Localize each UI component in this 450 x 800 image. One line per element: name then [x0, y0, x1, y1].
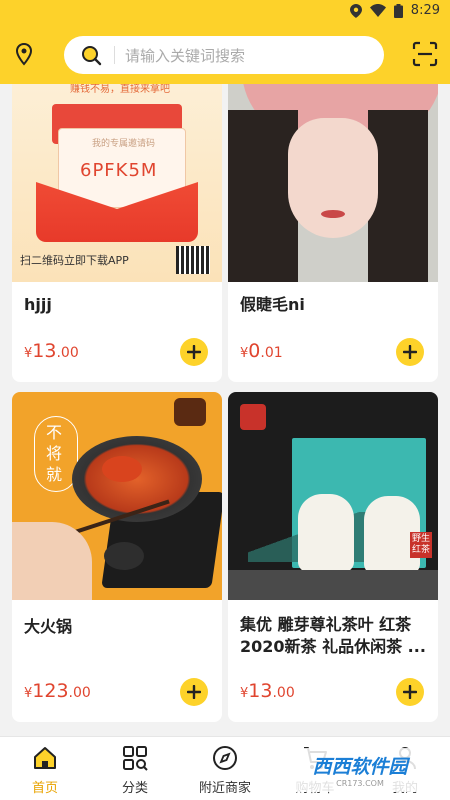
price-integer: 13 — [248, 680, 273, 702]
add-to-cart-button[interactable] — [396, 338, 424, 366]
product-image: 赚钱不易，直接来拿吧 我的专属邀请码 6PFK5M 扫二维码立即下载APP — [12, 84, 222, 282]
product-name: 大火锅 — [24, 617, 73, 636]
price-decimal: .00 — [56, 345, 79, 361]
price-decimal: .00 — [272, 685, 295, 701]
tab-category[interactable]: 分类 — [90, 745, 180, 796]
product-card[interactable]: 不将就 大火锅 ¥123.00 — [12, 392, 222, 722]
price-integer: 13 — [32, 340, 57, 362]
location-status-icon — [349, 3, 362, 18]
table-base — [228, 570, 438, 600]
search-icon — [82, 46, 102, 66]
price-integer: 0 — [248, 340, 261, 362]
location-pin-icon[interactable] — [12, 42, 36, 66]
brand-logo — [240, 404, 266, 430]
slogan-text: 不将就 — [46, 423, 63, 484]
side-dish — [104, 542, 144, 570]
product-price: ¥13.00 — [240, 680, 295, 702]
tab-home-label: 首页 — [31, 781, 58, 796]
promo-top-text: 赚钱不易，直接来拿吧 — [70, 84, 170, 95]
home-icon — [34, 747, 56, 769]
price-decimal: .01 — [260, 345, 283, 361]
scan-icon[interactable] — [412, 41, 438, 67]
qr-code — [176, 246, 210, 274]
product-price: ¥0.01 — [240, 340, 283, 362]
search-divider — [114, 46, 115, 64]
plus-icon — [403, 345, 417, 359]
plus-icon — [187, 345, 201, 359]
watermark-sub: CR173.COM — [336, 779, 384, 788]
status-time: 8:29 — [410, 3, 440, 18]
product-card[interactable]: 野生红茶 集优 雕芽尊礼茶叶 红茶2020新茶 礼品休闲茶 ... ¥13.00 — [228, 392, 438, 722]
watermark: 西西软件园 CR173.COM — [280, 748, 440, 792]
search-input[interactable]: 请输入关键词搜索 — [125, 45, 245, 66]
product-image: 不将就 — [12, 392, 222, 600]
hand — [12, 522, 92, 600]
tea-jar-left — [298, 494, 354, 572]
product-name: 假睫毛ni — [240, 295, 305, 314]
invite-code: 6PFK5M — [80, 160, 158, 181]
product-image — [228, 84, 438, 282]
product-card[interactable]: 赚钱不易，直接来拿吧 我的专属邀请码 6PFK5M 扫二维码立即下载APP hj… — [12, 84, 222, 382]
condiment-bowl — [174, 398, 206, 426]
product-name: 集优 雕芽尊礼茶叶 红茶2020新茶 礼品休闲茶 ... — [240, 615, 426, 656]
tab-home[interactable]: 首页 — [0, 745, 90, 796]
header: 请输入关键词搜索 — [0, 24, 450, 84]
wild-tea-label: 野生红茶 — [410, 532, 432, 558]
crab — [102, 456, 142, 482]
tab-nearby[interactable]: 附近商家 — [180, 745, 270, 796]
watermark-text: 西西软件园 — [312, 756, 408, 778]
face — [288, 118, 378, 238]
add-to-cart-button[interactable] — [180, 678, 208, 706]
tab-category-label: 分类 — [121, 781, 148, 796]
product-price: ¥123.00 — [24, 680, 91, 702]
price-integer: 123 — [32, 680, 69, 702]
price-decimal: .00 — [68, 685, 91, 701]
add-to-cart-button[interactable] — [396, 678, 424, 706]
product-price: ¥13.00 — [24, 340, 79, 362]
wifi-icon — [369, 4, 386, 17]
product-image: 野生红茶 — [228, 392, 438, 600]
category-icon — [123, 746, 148, 771]
plus-icon — [403, 685, 417, 699]
battery-icon — [393, 3, 403, 18]
add-to-cart-button[interactable] — [180, 338, 208, 366]
promo-bottom-text: 扫二维码立即下载APP — [20, 254, 129, 267]
lips — [321, 210, 345, 218]
plus-icon — [187, 685, 201, 699]
product-grid: 赚钱不易，直接来拿吧 我的专属邀请码 6PFK5M 扫二维码立即下载APP hj… — [0, 84, 450, 736]
product-name: hjjj — [24, 295, 52, 314]
compass-icon — [213, 746, 237, 770]
search-bar[interactable]: 请输入关键词搜索 — [64, 36, 384, 74]
product-card[interactable]: 假睫毛ni ¥0.01 — [228, 84, 438, 382]
status-bar: 8:29 — [0, 0, 450, 24]
invite-caption: 我的专属邀请码 — [92, 139, 156, 149]
tab-nearby-label: 附近商家 — [198, 781, 251, 796]
